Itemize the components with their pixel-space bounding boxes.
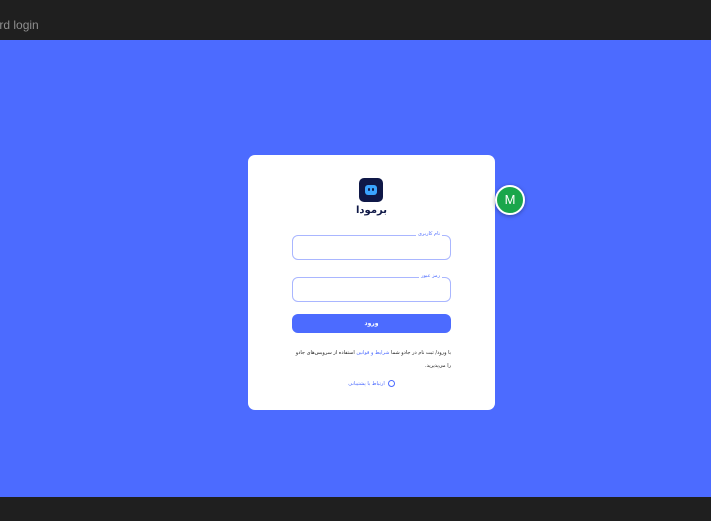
title-bar: oard login: [0, 0, 711, 40]
user-avatar[interactable]: M: [495, 185, 525, 215]
password-field[interactable]: رمز عبور: [292, 272, 451, 302]
password-label: رمز عبور: [419, 272, 442, 280]
terms-prefix: با ورود/ ثبت نام در جادو شما: [389, 350, 451, 356]
support-label: ارتباط با پشتیبانی: [348, 381, 385, 387]
support-link[interactable]: ارتباط با پشتیبانی: [248, 380, 495, 387]
brand-name: برمودا: [356, 205, 387, 216]
window-title: oard login: [0, 18, 39, 32]
username-input[interactable]: [293, 237, 450, 260]
brand-logo: [359, 178, 383, 202]
username-label: نام کاربری: [416, 230, 442, 238]
terms-link[interactable]: شرایط و قوانین: [356, 350, 389, 356]
login-card: برمودا نام کاربری رمز عبور ورود با ورود/…: [248, 155, 495, 410]
login-button[interactable]: ورود: [292, 314, 451, 333]
clock-icon: [387, 380, 395, 387]
password-input[interactable]: [293, 279, 450, 302]
bottom-bar: [0, 497, 711, 521]
app-window: oard login برمودا نام کاربری رمز عبور ور…: [0, 0, 711, 521]
username-field[interactable]: نام کاربری: [292, 230, 451, 260]
terms-text: با ورود/ ثبت نام در جادو شما شرایط و قوا…: [292, 347, 451, 373]
